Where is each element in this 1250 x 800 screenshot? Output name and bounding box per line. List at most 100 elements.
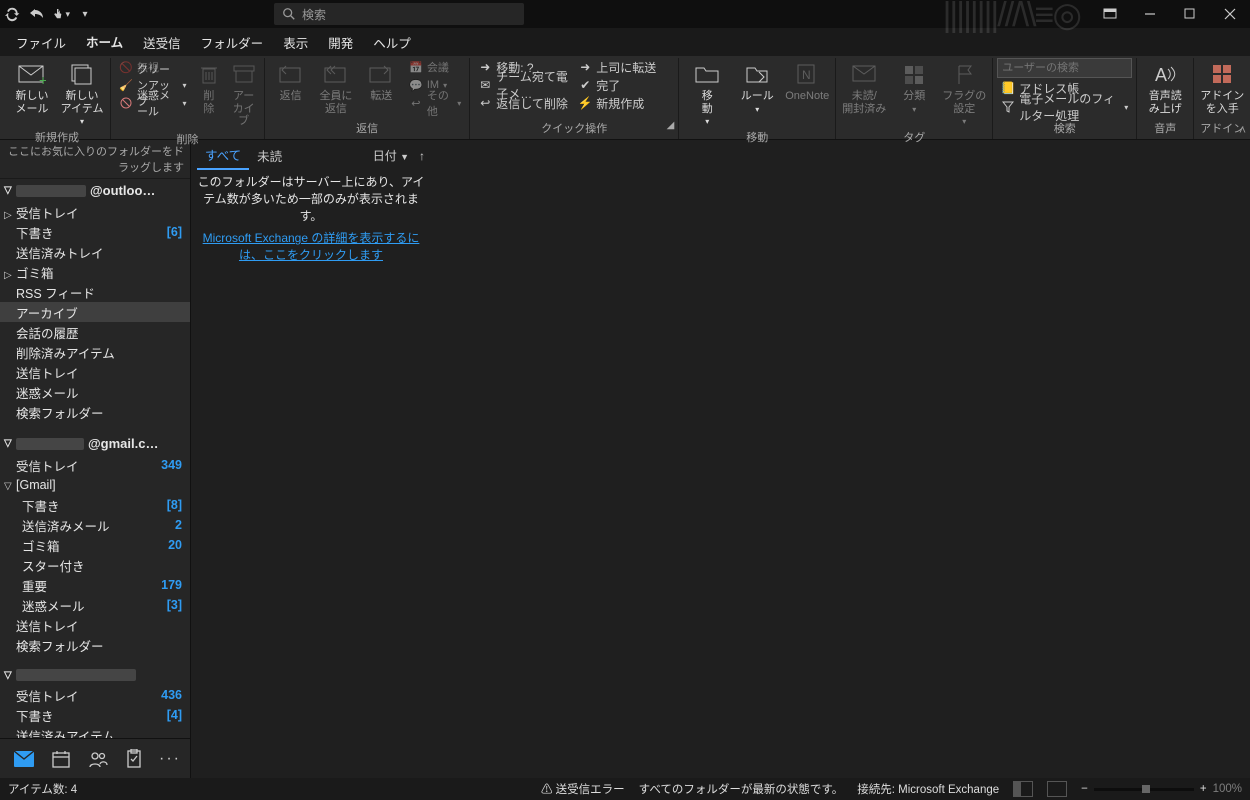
sort-by-date[interactable]: 日付 ▼ ↑ <box>373 147 425 164</box>
quick-fwdboss-button[interactable]: ➜上司に転送 <box>574 58 674 76</box>
read-aloud-button[interactable]: A音声読 み上げ <box>1141 58 1189 117</box>
cleanup-icon: 🧹 <box>119 78 133 92</box>
mail-nav-icon[interactable] <box>14 749 34 769</box>
ribbon-display-icon[interactable] <box>1090 0 1130 28</box>
folder-junk[interactable]: 迷惑メール[3] <box>0 595 190 615</box>
exchange-details-link[interactable]: Microsoft Exchange の詳細を表示するには、ここをクリックします <box>191 228 431 266</box>
new-item-button[interactable]: 新しい アイテム▾ <box>58 58 106 128</box>
people-nav-icon[interactable] <box>88 749 108 769</box>
group-label: 返信 <box>269 119 465 137</box>
folder-inbox[interactable]: 受信トレイ436 <box>0 685 190 705</box>
filter-icon <box>1001 100 1015 114</box>
tab-file[interactable]: ファイル <box>6 28 76 57</box>
tab-view[interactable]: 表示 <box>273 28 318 57</box>
tab-sendrecv[interactable]: 送受信 <box>133 28 191 57</box>
move-button[interactable]: 移 動▾ <box>683 58 731 128</box>
status-error[interactable]: ⚠ 送受信エラー <box>541 781 625 797</box>
sort-direction-icon[interactable]: ↑ <box>419 149 425 163</box>
content-area: ここにお気に入りのフォルダーをドラッグします ▽@outloo… ▷受信トレイ … <box>0 139 1250 778</box>
account-header[interactable]: ▽ <box>0 665 190 685</box>
tab-dev[interactable]: 開発 <box>318 28 363 57</box>
ribbon-collapse-icon[interactable]: ˄ <box>1239 123 1246 137</box>
move-arrow-icon: ➜ <box>478 60 492 74</box>
filter-email-button[interactable]: 電子メールのフィルター処理▾ <box>997 98 1132 116</box>
folder-gmail[interactable]: ▽[Gmail] <box>0 475 190 495</box>
find-user-input[interactable] <box>997 58 1132 78</box>
new-mail-button[interactable]: + 新しい メール <box>8 58 56 117</box>
folder-archive[interactable]: アーカイブ <box>0 302 190 322</box>
tab-folder[interactable]: フォルダー <box>191 28 274 57</box>
quick-replydel-button[interactable]: ↩返信して削除 <box>474 94 574 112</box>
folder-rss[interactable]: RSS フィード <box>0 282 190 302</box>
folder-trash[interactable]: ゴミ箱20 <box>0 535 190 555</box>
get-addins-button[interactable]: アドイン を入手 <box>1198 58 1246 117</box>
forward-button[interactable]: 転送 <box>360 58 403 105</box>
status-connection: 接続先: Microsoft Exchange <box>857 781 999 797</box>
folder-drafts[interactable]: 下書き[8] <box>0 495 190 515</box>
global-search[interactable]: 検索 <box>274 3 524 25</box>
tab-home[interactable]: ホーム <box>76 27 133 58</box>
redacted <box>16 669 136 681</box>
more-nav-icon[interactable]: ··· <box>160 749 180 769</box>
tasks-nav-icon[interactable] <box>126 749 142 769</box>
folder-deleted[interactable]: 削除済みアイテム <box>0 342 190 362</box>
folder-important[interactable]: 重要179 <box>0 575 190 595</box>
account-header[interactable]: ▽@outloo… <box>0 179 190 202</box>
reply-all-button[interactable]: 全員に 返信 <box>314 58 357 117</box>
categorize-button[interactable]: 分類▾ <box>890 58 938 116</box>
zoom-slider[interactable] <box>1094 788 1194 791</box>
unread-button[interactable]: 未読/ 開封済み <box>840 58 888 117</box>
folder-conversation[interactable]: 会話の履歴 <box>0 322 190 342</box>
chevron-right-icon: ▷ <box>4 210 14 221</box>
rules-button[interactable]: ルール▾ <box>733 58 781 116</box>
zoom-control[interactable]: − + 100% <box>1081 783 1242 795</box>
junk-button[interactable]: 迷惑メール▾ <box>115 94 190 112</box>
ignore-button[interactable]: 🚫無視 <box>115 58 190 76</box>
calendar-nav-icon[interactable] <box>52 749 70 769</box>
svg-text:N: N <box>802 68 811 82</box>
respond-more-button[interactable]: ↩その他▾ <box>405 94 465 112</box>
group-label: 音声 <box>1141 119 1189 137</box>
group-label: 検索 <box>997 119 1132 137</box>
undo-icon[interactable] <box>28 5 46 23</box>
folder-search[interactable]: 検索フォルダー <box>0 635 190 655</box>
dialog-launcher-icon[interactable]: ◢ <box>667 120 675 131</box>
delete-button[interactable]: 削 除 <box>192 58 225 117</box>
qat-customize-icon[interactable]: ▾ <box>76 5 94 23</box>
touch-mode-icon[interactable]: ▾ <box>52 5 70 23</box>
zoom-in-icon[interactable]: + <box>1200 783 1207 795</box>
folder-inbox[interactable]: ▷受信トレイ <box>0 202 190 222</box>
folder-outbox[interactable]: 送信トレイ <box>0 615 190 635</box>
folder-junk[interactable]: 迷惑メール <box>0 382 190 402</box>
folder-sentmail[interactable]: 送信済みメール2 <box>0 515 190 535</box>
folder-starred[interactable]: スター付き <box>0 555 190 575</box>
flag-button[interactable]: フラグの 設定▾ <box>940 58 988 128</box>
folder-drafts[interactable]: 下書き[6] <box>0 222 190 242</box>
folder-outbox[interactable]: 送信トレイ <box>0 362 190 382</box>
quick-team-button[interactable]: ✉チーム宛て電子メ… <box>474 76 574 94</box>
onenote-button[interactable]: NOneNote <box>783 58 831 105</box>
zoom-out-icon[interactable]: − <box>1081 783 1088 795</box>
account-header[interactable]: ▽@gmail.c… <box>0 432 190 455</box>
tab-help[interactable]: ヘルプ <box>363 28 421 57</box>
folder-sent[interactable]: 送信済みトレイ <box>0 242 190 262</box>
archive-button[interactable]: アー カイブ <box>227 58 260 130</box>
reply-button[interactable]: 返信 <box>269 58 312 105</box>
maximize-button[interactable] <box>1170 0 1210 28</box>
folder-drafts[interactable]: 下書き[4] <box>0 705 190 725</box>
folder-inbox[interactable]: 受信トレイ349 <box>0 455 190 475</box>
folder-sent[interactable]: 削除済みアイテム送信済みトレイ送信済みアイテム <box>0 725 190 738</box>
folder-search[interactable]: 検索フォルダー <box>0 402 190 422</box>
minimize-button[interactable] <box>1130 0 1170 28</box>
quick-new-button[interactable]: ⚡新規作成 <box>574 94 674 112</box>
view-normal-button[interactable] <box>1013 781 1033 797</box>
quick-done-button[interactable]: ✔完了 <box>574 76 674 94</box>
close-button[interactable] <box>1210 0 1250 28</box>
group-tags: 未読/ 開封済み 分類▾ フラグの 設定▾ タグ <box>836 58 993 139</box>
folder-trash[interactable]: ▷ゴミ箱 <box>0 262 190 282</box>
meeting-button[interactable]: 📅会議 <box>405 58 465 76</box>
chevron-down-icon: ▽ <box>4 481 14 492</box>
sync-icon[interactable] <box>4 5 22 23</box>
view-reading-button[interactable] <box>1047 781 1067 797</box>
forward-icon: ➜ <box>578 60 592 74</box>
